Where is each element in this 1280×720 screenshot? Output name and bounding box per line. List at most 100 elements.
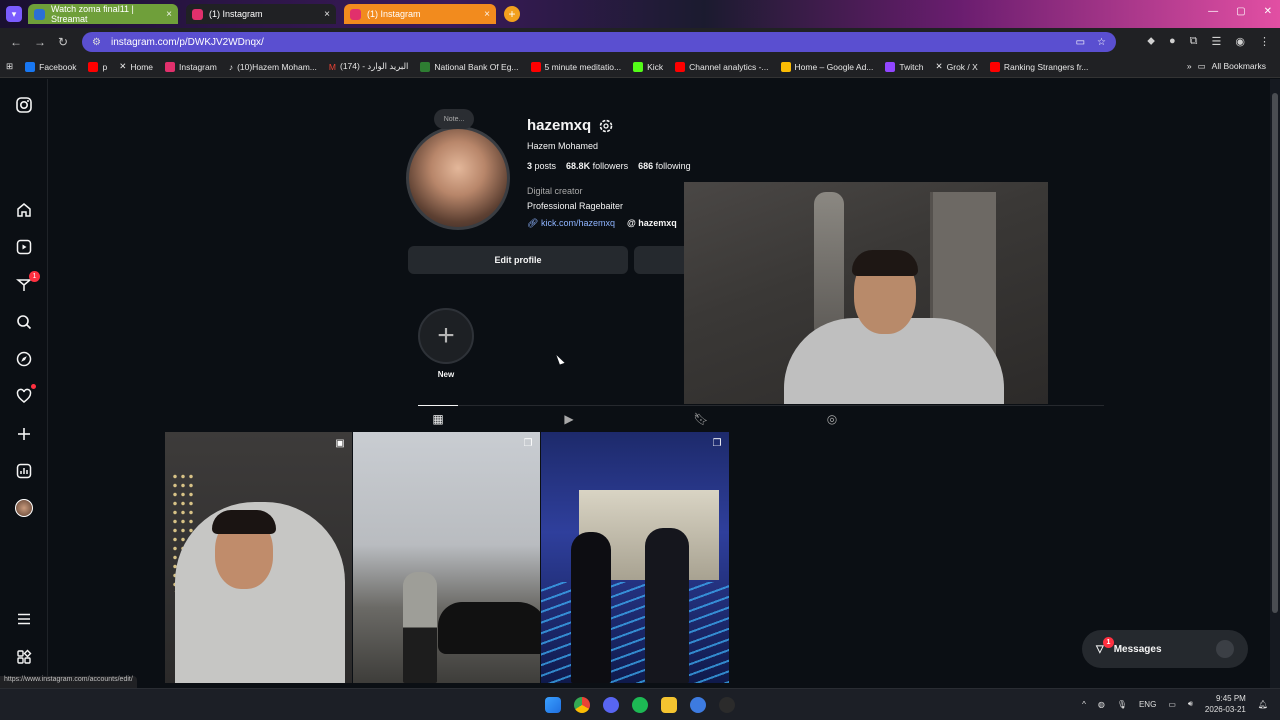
bookmark-label: Twitch	[899, 61, 924, 72]
page-scrollbar[interactable]	[1270, 79, 1280, 688]
also-from-meta-icon[interactable]	[14, 647, 34, 667]
webcam-person	[784, 250, 1004, 404]
address-bar[interactable]: ⚙ instagram.com/p/DWKJV2WDnqx/ ▭ ☆	[82, 32, 1116, 52]
reels-tab-icon[interactable]: ▶︎	[561, 411, 577, 427]
settings-gear-icon[interactable]	[599, 119, 613, 133]
profile-username: hazemxq	[527, 117, 592, 134]
extensions-puzzle-icon[interactable]: ⧉	[1190, 35, 1198, 48]
followers-stat[interactable]: 68.8K followers	[566, 161, 628, 171]
tab-search-icon[interactable]: ▾	[6, 6, 22, 22]
browser-tab-instagram-active[interactable]: (1) Instagram ×	[344, 4, 496, 24]
microphone-icon[interactable]: 🎙︎	[1117, 700, 1127, 709]
browser-tab-instagram[interactable]: (1) Instagram ×	[186, 4, 336, 24]
tray-chevron-up-icon[interactable]: ^	[1082, 700, 1086, 709]
instagram-logo-icon[interactable]	[14, 95, 34, 115]
reels-icon[interactable]	[14, 237, 34, 257]
new-tab-button[interactable]: +	[504, 6, 520, 22]
extension-circle-icon[interactable]: ●	[1169, 35, 1176, 48]
bookmark-star-icon[interactable]: ☆	[1097, 37, 1106, 48]
dashboard-icon[interactable]	[14, 461, 34, 481]
bookmark-instagram[interactable]: Instagram	[165, 61, 217, 72]
tagged-tab-icon[interactable]: ◎	[824, 411, 840, 427]
bookmark-grok[interactable]: ✕ Grok / X	[936, 61, 978, 72]
post-2-person	[403, 572, 437, 683]
profile-avatar-icon[interactable]: ◉	[1235, 35, 1245, 48]
more-menu-icon[interactable]	[14, 609, 34, 629]
profile-note-bubble[interactable]: Note...	[434, 109, 474, 129]
bookmark-twitch[interactable]: Twitch	[885, 61, 924, 72]
apps-icon[interactable]: ⊞	[6, 61, 13, 72]
bookmark-p[interactable]: p	[88, 61, 107, 72]
home-icon[interactable]	[14, 200, 34, 220]
forward-icon[interactable]: →	[34, 35, 46, 49]
reload-icon[interactable]: ↻	[58, 35, 68, 49]
bookmark-gmail[interactable]: M (174) - البريد الوارد	[329, 61, 409, 72]
url-text[interactable]: instagram.com/p/DWKJV2WDnqx/	[111, 37, 264, 48]
spotify-icon[interactable]	[632, 697, 648, 713]
site-info-icon[interactable]: ⚙	[92, 37, 101, 48]
discord-icon[interactable]	[603, 697, 619, 713]
minimize-icon[interactable]: —	[1208, 6, 1218, 17]
chevron-right-icon[interactable]: »	[1187, 61, 1192, 72]
edit-profile-button[interactable]: Edit profile	[408, 246, 628, 274]
profile-links: 🔗︎ kick.com/hazemxq @ hazemxq	[527, 218, 677, 229]
instagram-icon	[165, 61, 176, 72]
saved-tab-icon[interactable]: 🔖︎	[693, 411, 709, 427]
webcam-person-hair	[852, 250, 918, 276]
browser-menu-icon[interactable]: ⋮	[1259, 35, 1270, 48]
search-icon[interactable]	[14, 312, 34, 332]
maximize-icon[interactable]: ▢	[1236, 6, 1245, 17]
bookmark-google-ads[interactable]: Home – Google Ad...	[780, 61, 873, 72]
create-plus-icon[interactable]	[14, 424, 34, 444]
scrollbar-thumb[interactable]	[1272, 93, 1278, 613]
file-explorer-icon[interactable]	[661, 697, 677, 713]
bookmark-channel-analytics[interactable]: Channel analytics -...	[675, 61, 769, 72]
facebook-icon	[25, 61, 36, 72]
post-thumbnail-1[interactable]: ▣	[165, 432, 352, 683]
post-thumbnail-3[interactable]: ❐	[541, 432, 729, 683]
bookmark-kick[interactable]: Kick	[633, 61, 663, 72]
post-2-car	[438, 602, 540, 654]
extension-pin-icon[interactable]: ⬥	[1147, 35, 1155, 48]
profile-picture[interactable]	[406, 126, 510, 230]
bookmark-ranking-strangers[interactable]: Ranking Strangers fr...	[989, 61, 1088, 72]
bookmark-tiktok[interactable]: ♪ (10)Hazem Moham...	[229, 62, 317, 72]
post-thumbnail-2[interactable]: ❐	[353, 432, 540, 683]
bookmark-home-x[interactable]: ✕ Home	[119, 61, 153, 72]
profile-avatar[interactable]	[14, 498, 34, 518]
tab-close-icon[interactable]: ×	[484, 9, 490, 20]
close-window-icon[interactable]: ✕	[1264, 6, 1272, 17]
obs-icon[interactable]	[719, 697, 735, 713]
tab-close-icon[interactable]: ×	[166, 9, 172, 20]
cast-icon[interactable]: ▭	[1076, 37, 1085, 48]
reading-list-icon[interactable]: ☰	[1212, 35, 1222, 48]
external-link[interactable]: 🔗︎ kick.com/hazemxq	[527, 218, 615, 229]
volume-icon[interactable]: 🔊︎	[1188, 699, 1193, 709]
bookmark-label: (10)Hazem Moham...	[237, 61, 317, 72]
bookmark-facebook[interactable]: Facebook	[25, 61, 76, 72]
notifications-bell-icon[interactable]: 🔔︎	[1258, 700, 1268, 709]
bookmark-nbe[interactable]: National Bank Of Eg...	[420, 61, 519, 72]
mouse-cursor	[556, 353, 565, 365]
browser-tab-streamat[interactable]: Watch zoma final11 | Streamat ×	[28, 4, 178, 24]
following-stat[interactable]: 686 following	[638, 161, 691, 171]
posts-grid-tab-icon[interactable]: ▦	[430, 411, 446, 427]
bookmark-meditation[interactable]: 5 minute meditatio...	[530, 61, 621, 72]
new-highlight-button[interactable]: +	[418, 308, 474, 364]
network-icon[interactable]: ▭	[1168, 700, 1176, 709]
all-bookmarks[interactable]: » ▭ All Bookmarks	[1187, 61, 1266, 72]
language-indicator[interactable]: ENG	[1139, 700, 1156, 709]
app-globe-icon[interactable]	[690, 697, 706, 713]
messages-nav-icon[interactable]: 1	[14, 271, 40, 295]
system-clock[interactable]: 9:45 PM 2026-03-21	[1205, 693, 1246, 715]
windows-start-icon[interactable]	[545, 697, 561, 713]
chrome-icon[interactable]	[574, 697, 590, 713]
back-icon[interactable]: ←	[10, 35, 22, 49]
messages-dock[interactable]: ▽ 1 Messages	[1082, 630, 1248, 668]
youtube-icon	[989, 61, 1000, 72]
threads-link[interactable]: @ hazemxq	[627, 218, 677, 229]
tray-app-icon[interactable]: ◍	[1098, 700, 1105, 709]
tab-close-icon[interactable]: ×	[324, 9, 330, 20]
explore-icon[interactable]	[14, 349, 34, 369]
notifications-heart-icon[interactable]	[14, 384, 36, 406]
